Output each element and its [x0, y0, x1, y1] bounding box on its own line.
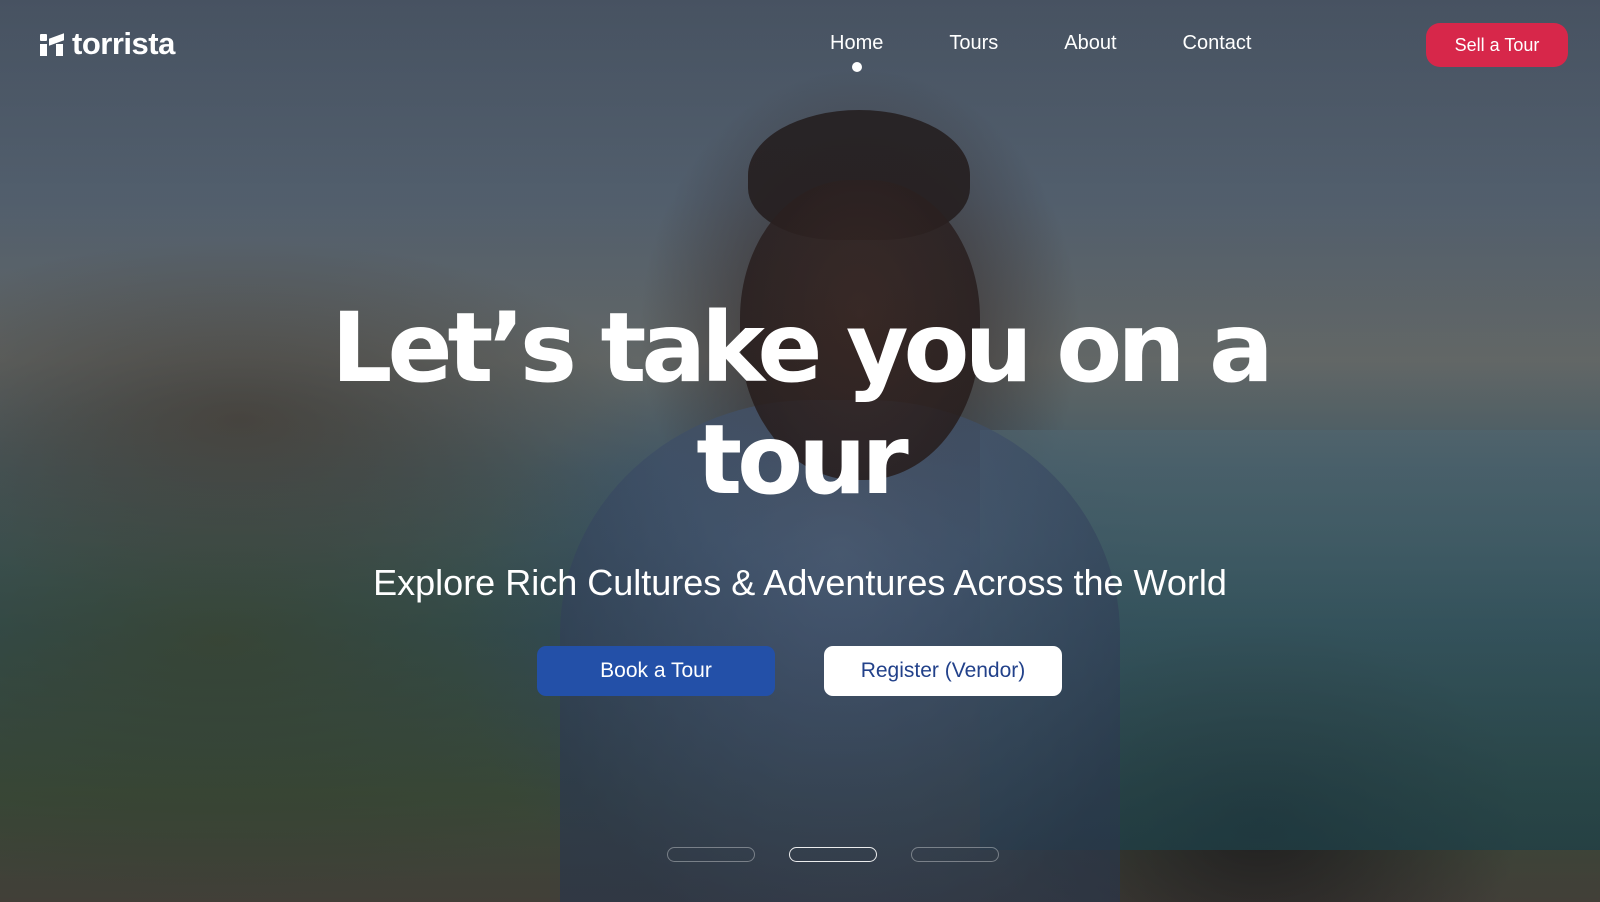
nav-item-label: Contact [1182, 32, 1252, 54]
carousel-dot-3[interactable] [911, 847, 999, 862]
sell-a-tour-button[interactable]: Sell a Tour [1426, 23, 1568, 67]
active-indicator-dot [851, 62, 862, 72]
headline-line-2: tour [696, 404, 909, 516]
hero-subtitle: Explore Rich Cultures & Adventures Acros… [373, 562, 1227, 603]
carousel-dot-1[interactable] [667, 847, 755, 862]
register-vendor-button[interactable]: Register (Vendor) [824, 646, 1062, 696]
brand-name: torrista [72, 26, 175, 61]
brand-logo[interactable]: torrista [40, 26, 175, 62]
nav-item-contact[interactable]: Contact [1183, 32, 1252, 55]
hero-section: torrista Home Tours About Contact Sell a… [0, 0, 1600, 902]
nav-item-home[interactable]: Home [830, 32, 884, 72]
headline-line-1: Let’s take you on a [331, 292, 1273, 404]
nav-item-label: About [1064, 32, 1117, 54]
main-nav: Home Tours About Contact [830, 32, 1252, 72]
nav-item-label: Home [830, 32, 884, 54]
logo-icon [40, 32, 64, 56]
hero-headline: Let’s take you on a tour [300, 292, 1300, 516]
nav-item-tours[interactable]: Tours [949, 32, 998, 55]
book-a-tour-button[interactable]: Book a Tour [537, 646, 775, 696]
carousel-dot-2[interactable] [789, 847, 877, 862]
carousel-pager [667, 847, 999, 862]
nav-item-about[interactable]: About [1064, 32, 1116, 55]
nav-item-label: Tours [949, 32, 999, 54]
